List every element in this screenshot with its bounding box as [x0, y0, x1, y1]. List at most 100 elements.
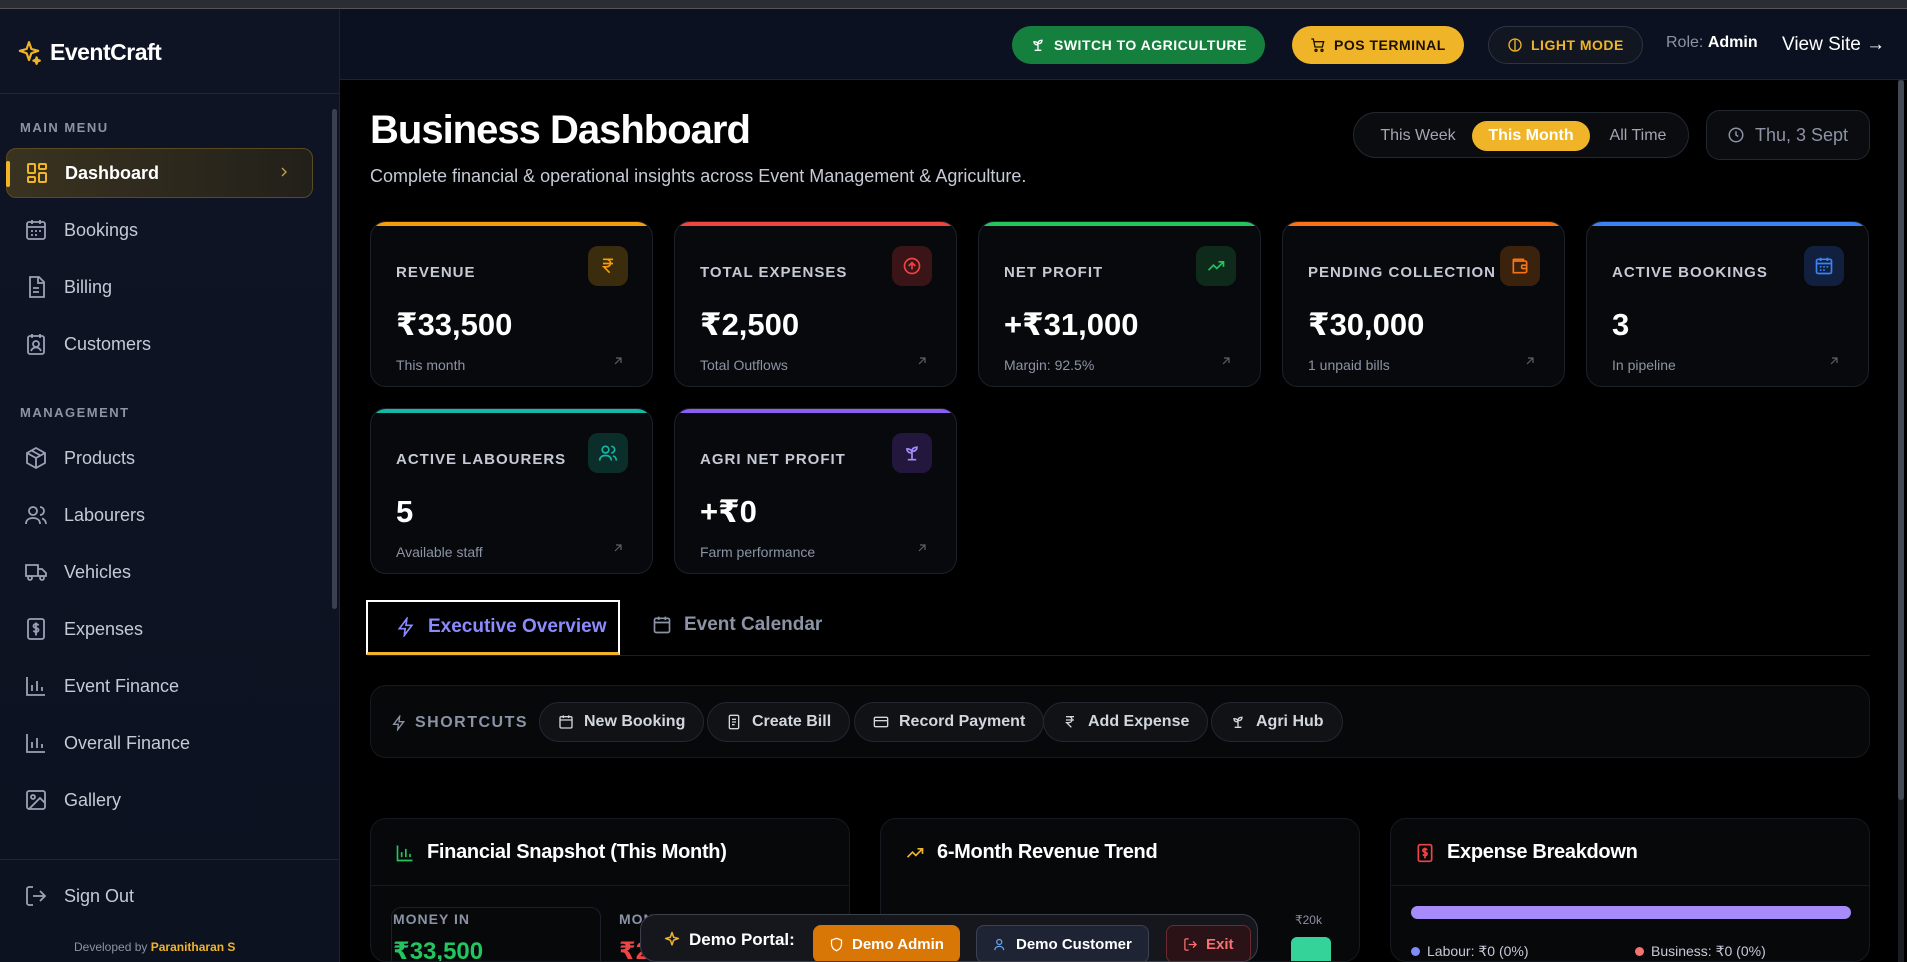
sidebar-item-labourers[interactable]: Labourers — [6, 490, 313, 540]
demo-exit-button[interactable]: Exit — [1166, 925, 1251, 961]
card-icon-box — [892, 433, 932, 473]
sparkle-icon — [18, 40, 41, 65]
sidebar-item-label: Products — [64, 447, 136, 468]
button-label: Record Payment — [899, 713, 1026, 730]
lightning-icon — [397, 617, 414, 637]
arrow-up-circle-icon — [903, 257, 921, 275]
add-expense-button[interactable]: Add Expense — [1043, 702, 1209, 742]
legend-labour: Labour: ₹0 (0%) — [1411, 943, 1529, 960]
button-label: Add Expense — [1088, 713, 1190, 730]
agri-net-profit-card[interactable]: AGRI NET PROFIT +₹0 Farm performance — [674, 408, 957, 574]
sidebar-item-bookings[interactable]: Bookings — [6, 205, 313, 255]
date-range-selector: This Week This Month All Time — [1353, 112, 1689, 158]
arrow-up-right-icon — [614, 544, 622, 552]
trending-up-icon — [906, 847, 924, 858]
light-mode-toggle[interactable]: LIGHT MODE — [1488, 26, 1643, 64]
switch-to-agriculture-button[interactable]: SWITCH TO AGRICULTURE — [1012, 26, 1266, 64]
sidebar-divider — [0, 93, 340, 94]
pos-terminal-button[interactable]: POS TERMINAL — [1292, 26, 1464, 64]
demo-portal-label: Demo Portal: — [663, 930, 795, 950]
range-all-time[interactable]: All Time — [1600, 121, 1676, 151]
legend-dot — [1635, 947, 1644, 956]
role-prefix: Role: — [1666, 34, 1704, 51]
total-expenses-card[interactable]: TOTAL EXPENSES ₹2,500 Total Outflows — [674, 221, 957, 387]
sidebar-item-products[interactable]: Products — [6, 433, 313, 483]
image-icon — [26, 790, 46, 810]
card-note: Margin: 92.5% — [1004, 357, 1095, 373]
shield-icon — [830, 937, 843, 951]
sign-out-label: Sign Out — [64, 885, 135, 906]
card-icon-box — [1196, 246, 1236, 286]
sidebar-divider — [0, 859, 340, 860]
role-value: Admin — [1707, 34, 1758, 51]
sidebar-item-customers[interactable]: Customers — [6, 319, 313, 369]
pos-label: POS TERMINAL — [1334, 37, 1446, 53]
sidebar: EventCraft MAIN MENU Dashboard Bookings … — [0, 9, 340, 962]
pending-collection-card[interactable]: PENDING COLLECTION ₹30,000 1 unpaid bill… — [1282, 221, 1565, 387]
sidebar-item-event-finance[interactable]: Event Finance — [6, 661, 313, 711]
range-this-month[interactable]: This Month — [1472, 121, 1590, 151]
bar-chart-icon — [26, 734, 45, 753]
main-menu-label: MAIN MENU — [20, 120, 109, 135]
sidebar-scrollbar[interactable] — [332, 109, 337, 609]
sidebar-item-dashboard[interactable]: Dashboard — [6, 148, 313, 198]
new-booking-button[interactable]: New Booking — [539, 702, 705, 742]
management-label: MANAGEMENT — [20, 405, 130, 420]
agri-hub-button[interactable]: Agri Hub — [1211, 702, 1343, 742]
button-label: Demo Customer — [1016, 935, 1132, 953]
expense-breakdown-panel: Expense Breakdown Labour: ₹0 (0%) Busine… — [1390, 818, 1870, 962]
sidebar-item-overall-finance[interactable]: Overall Finance — [6, 718, 313, 768]
panel-divider — [1391, 885, 1869, 886]
net-profit-card[interactable]: NET PROFIT +₹31,000 Margin: 92.5% — [978, 221, 1261, 387]
active-labourers-card[interactable]: ACTIVE LABOURERS 5 Available staff — [370, 408, 653, 574]
users-icon — [598, 445, 618, 461]
active-bookings-card[interactable]: ACTIVE BOOKINGS 3 In pipeline — [1586, 221, 1869, 387]
range-this-week[interactable]: This Week — [1370, 121, 1466, 151]
users-icon — [25, 506, 47, 525]
demo-admin-button[interactable]: Demo Admin — [813, 925, 960, 961]
sidebar-item-vehicles[interactable]: Vehicles — [6, 547, 313, 597]
create-bill-button[interactable]: Create Bill — [707, 702, 851, 742]
tab-executive-overview[interactable]: Executive Overview — [366, 600, 620, 655]
card-label: ACTIVE BOOKINGS — [1612, 264, 1768, 281]
tab-event-calendar[interactable]: Event Calendar — [652, 614, 822, 636]
sidebar-item-label: Customers — [64, 333, 152, 354]
developer-prefix: Developed by — [74, 940, 148, 954]
sidebar-item-label: Expenses — [64, 618, 144, 639]
card-value: 5 — [396, 494, 414, 529]
chart-bar[interactable] — [1291, 937, 1331, 961]
demo-customer-button[interactable]: Demo Customer — [976, 925, 1149, 961]
card-note: Farm performance — [700, 544, 816, 560]
trending-up-icon — [1207, 261, 1225, 271]
sidebar-item-expenses[interactable]: Expenses — [6, 604, 313, 654]
card-accent-bar — [1283, 222, 1564, 226]
view-site-link[interactable]: View Site → — [1782, 34, 1885, 56]
arrow-up-right-icon — [918, 357, 926, 365]
card-icon-box — [892, 246, 932, 286]
button-label: Exit — [1206, 935, 1234, 953]
sidebar-item-label: Dashboard — [65, 162, 160, 183]
sprout-icon — [1233, 716, 1243, 728]
sidebar-item-billing[interactable]: Billing — [6, 262, 313, 312]
developer-name[interactable]: Paranitharan S — [151, 940, 236, 954]
sidebar-item-gallery[interactable]: Gallery — [6, 775, 313, 825]
card-icon-box — [588, 246, 628, 286]
card-value: +₹0 — [700, 494, 757, 529]
tabs-divider — [367, 655, 1870, 656]
calendar-icon — [26, 220, 46, 240]
main-scrollbar[interactable] — [1898, 80, 1904, 962]
sidebar-item-label: Billing — [64, 276, 113, 297]
tab-label: Event Calendar — [684, 614, 823, 635]
card-label: NET PROFIT — [1004, 264, 1104, 281]
page-title: Business Dashboard — [370, 108, 751, 152]
sidebar-item-label: Vehicles — [64, 561, 132, 582]
sign-out-button[interactable]: Sign Out — [6, 871, 313, 921]
user-icon — [994, 938, 1005, 950]
card-icon-box — [588, 433, 628, 473]
panel-title: Expense Breakdown — [1415, 841, 1638, 864]
record-payment-button[interactable]: Record Payment — [854, 702, 1045, 742]
card-value: +₹31,000 — [1004, 307, 1139, 342]
switch-label: SWITCH TO AGRICULTURE — [1054, 37, 1248, 53]
app-logo[interactable]: EventCraft — [16, 39, 162, 66]
revenue-card[interactable]: REVENUE ₹33,500 This month — [370, 221, 653, 387]
